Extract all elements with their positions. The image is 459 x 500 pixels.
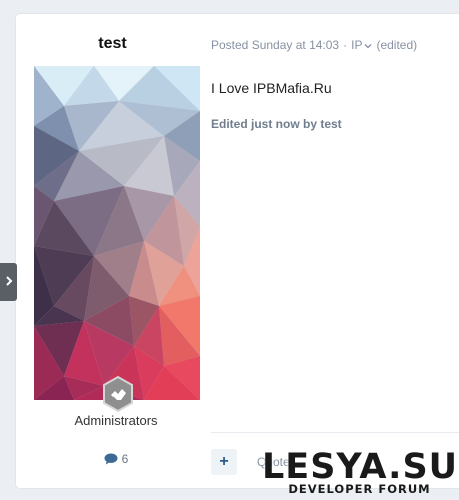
sidebar-toggle-button[interactable] [0, 263, 17, 301]
edited-link[interactable]: (edited) [376, 38, 417, 52]
author-panel: test Administrators 6 [16, 14, 216, 488]
post-content-panel: Posted Sunday at 14:03 · IP (edited) I L… [211, 14, 459, 488]
ip-link[interactable]: IP [351, 38, 362, 52]
chevron-down-icon[interactable] [364, 38, 372, 52]
comment-icon [104, 453, 118, 465]
post-meta: Posted Sunday at 14:03 · IP (edited) [211, 38, 417, 52]
meta-separator: · [343, 38, 348, 52]
post-card: test Administrators 6 Posted Sunday at 1… [16, 14, 459, 488]
post-date[interactable]: Posted Sunday at 14:03 [211, 38, 339, 52]
chevron-right-icon [5, 273, 13, 291]
post-footer: + Quote [211, 432, 459, 475]
post-count-value: 6 [121, 452, 129, 466]
author-cover-image[interactable] [34, 66, 200, 400]
post-body-text: I Love IPBMafia.Ru [211, 80, 332, 96]
post-count[interactable]: 6 [16, 452, 216, 466]
edited-note: Edited just now by test [211, 117, 342, 131]
rank-badge-icon [99, 375, 137, 413]
multiquote-add-button[interactable]: + [211, 449, 237, 475]
user-group-label: Administrators [74, 413, 158, 428]
author-name[interactable]: test [16, 35, 209, 53]
quote-button[interactable]: Quote [257, 455, 290, 469]
